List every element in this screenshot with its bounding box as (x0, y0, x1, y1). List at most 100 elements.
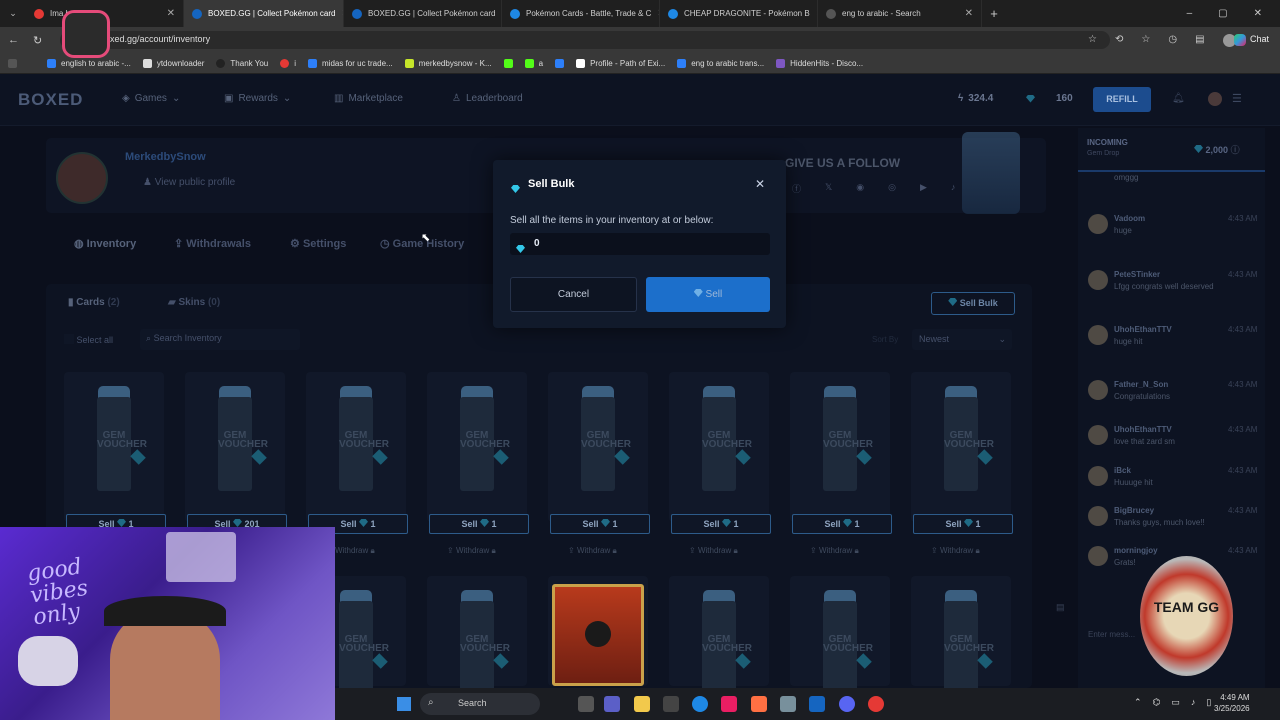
collections-icon[interactable]: ▤ (1195, 34, 1204, 47)
bookmark-item[interactable]: a (524, 58, 543, 68)
taskbar-search[interactable]: Search (420, 693, 540, 715)
chat-input[interactable]: Enter mess... (1088, 630, 1135, 639)
inventory-card[interactable]: GEM VOUCHER (427, 576, 527, 695)
display-icon[interactable]: ▭ (1171, 697, 1180, 708)
bookmark-item[interactable]: merkedbysnow - K... (404, 58, 492, 68)
sort-select[interactable]: Newest ⌄ (912, 329, 1012, 350)
menu-icon[interactable]: ☰ (1232, 92, 1242, 105)
bookmark-item[interactable]: english to arabic -... (47, 58, 131, 68)
inventory-card[interactable] (548, 576, 648, 686)
copilot-chat-button[interactable]: Chat (1234, 34, 1269, 46)
bookmark-item[interactable]: ytdownloader (142, 58, 204, 68)
browser-tab-5[interactable]: CHEAP DRAGONITE - Pokémon B✕ (660, 0, 818, 27)
url-field[interactable]: xed.gg/account/inventory (60, 31, 1110, 49)
favorites-icon[interactable]: ☆ (1141, 34, 1150, 47)
sell-bulk-button[interactable]: Sell Bulk (931, 292, 1015, 315)
facebook-icon[interactable]: ⓕ (792, 182, 801, 195)
browser-tab-3[interactable]: BOXED.GG | Collect Pokémon card✕ (344, 0, 502, 27)
inventory-card[interactable]: GEM VOUCHER (64, 372, 164, 522)
tab-inventory[interactable]: ◍ Inventory (74, 237, 136, 250)
select-all-checkbox[interactable]: Select all (64, 334, 113, 345)
bell-icon[interactable]: 🔔︎ (1172, 93, 1185, 104)
start-icon[interactable] (397, 697, 411, 711)
back-icon[interactable]: ← (8, 34, 19, 46)
withdraw-button[interactable]: ⇪ Withdraw 🔒︎ (689, 546, 738, 556)
inventory-card[interactable]: GEM VOUCHER (548, 372, 648, 522)
app-icon[interactable] (868, 696, 884, 712)
task-view-icon[interactable] (578, 696, 594, 712)
extensions-icon[interactable]: ⟲ (1115, 34, 1123, 47)
x-twitter-icon[interactable]: 𝕏 (825, 182, 832, 195)
instagram-icon[interactable]: ◎ (888, 182, 896, 195)
withdraw-button[interactable]: ⇪ Withdraw 🔒︎ (810, 546, 859, 556)
sell-item-button[interactable]: Sell 1 (429, 514, 529, 534)
steam-icon[interactable] (809, 696, 825, 712)
bookmark-item[interactable]: i (280, 58, 296, 68)
app-icon[interactable] (780, 696, 796, 712)
bookmark-item[interactable]: midas for uc trade... (308, 58, 393, 68)
nav-leaderboard[interactable]: ♙ Leaderboard (452, 93, 523, 104)
sell-threshold-input[interactable] (510, 233, 770, 255)
inventory-card[interactable]: GEM VOUCHER (911, 372, 1011, 522)
favorite-star-icon[interactable]: ☆ (1088, 34, 1097, 47)
chat-toggle-icon[interactable]: ▤ (1056, 602, 1065, 613)
withdraw-button[interactable]: ⇪ Withdraw 🔒︎ (568, 546, 617, 556)
user-avatar[interactable] (1208, 92, 1222, 106)
store-icon[interactable] (663, 696, 679, 712)
maximize-icon[interactable]: ▢ (1218, 8, 1227, 19)
inventory-card[interactable]: GEM VOUCHER (911, 576, 1011, 695)
new-tab-button[interactable]: + (982, 6, 1006, 21)
sell-item-button[interactable]: Sell 1 (550, 514, 650, 534)
close-window-icon[interactable]: ✕ (1254, 8, 1262, 19)
nav-marketplace[interactable]: ▥ Marketplace (334, 93, 403, 104)
teams-icon[interactable] (604, 696, 620, 712)
browser-tab-2[interactable]: BOXED.GG | Collect Pokémon card✕ (184, 0, 344, 27)
taskbar-clock[interactable]: 4:49 AM 3/25/2026 (1214, 692, 1250, 714)
inventory-card[interactable]: GEM VOUCHER (669, 576, 769, 695)
inventory-card[interactable]: GEM VOUCHER (790, 372, 890, 522)
bookmark-item[interactable]: HiddenHits - Disco... (776, 58, 863, 68)
bookmark-item[interactable] (8, 58, 17, 68)
close-icon[interactable]: ✕ (755, 177, 765, 191)
tab-settings[interactable]: ⚙ Settings (290, 237, 346, 250)
nav-games[interactable]: ◈ Games ⌄ (122, 93, 180, 104)
minimize-icon[interactable]: – (1187, 8, 1193, 19)
edge-icon[interactable] (692, 696, 708, 712)
inventory-card[interactable]: GEM VOUCHER (306, 372, 406, 522)
tab-withdrawals[interactable]: ⇪ Withdrawals (174, 237, 251, 250)
skins-tab[interactable]: ▰ Skins (0) (168, 297, 220, 308)
cancel-button[interactable]: Cancel (510, 277, 637, 312)
sell-item-button[interactable]: Sell 1 (671, 514, 771, 534)
cards-tab[interactable]: ▮ Cards (2) (68, 297, 120, 308)
close-tab-icon[interactable]: ✕ (167, 8, 175, 19)
youtube-icon[interactable]: ▶ (920, 182, 927, 195)
nav-rewards[interactable]: ▣ Rewards ⌄ (224, 93, 291, 104)
bookmark-item[interactable]: Thank You (216, 58, 268, 68)
bookmark-item[interactable]: eng to arabic trans... (677, 58, 764, 68)
sell-item-button[interactable]: Sell 1 (792, 514, 892, 534)
refill-button[interactable]: REFILL (1093, 87, 1151, 112)
browser-tab-6[interactable]: eng to arabic - Search ✕ (818, 0, 982, 27)
bookmark-item[interactable] (503, 58, 513, 68)
chevron-up-icon[interactable]: ⌃ (1134, 697, 1142, 708)
app-icon[interactable] (751, 696, 767, 712)
sell-item-button[interactable]: Sell 1 (913, 514, 1013, 534)
site-logo[interactable]: BOXED (18, 90, 83, 110)
discord-icon[interactable] (839, 696, 855, 712)
tab-list-button[interactable]: ⌄ (0, 8, 26, 19)
tiktok-icon[interactable]: ♪ (951, 182, 956, 195)
discord-icon[interactable]: ◉ (856, 182, 864, 195)
inventory-card[interactable]: GEM VOUCHER (427, 372, 527, 522)
inventory-card[interactable]: GEM VOUCHER (790, 576, 890, 695)
bookmark-item[interactable]: Profile - Path of Exi... (576, 58, 665, 68)
withdraw-button[interactable]: ⇪ Withdraw 🔒︎ (447, 546, 496, 556)
history-icon[interactable]: ◷ (1168, 34, 1177, 47)
inventory-card[interactable]: GEM VOUCHER (669, 372, 769, 522)
inventory-card[interactable]: GEM VOUCHER (185, 372, 285, 522)
network-icon[interactable]: ⌬ (1153, 697, 1161, 708)
battery-icon[interactable]: ▯ (1206, 697, 1211, 708)
volume-icon[interactable]: ♪ (1191, 697, 1196, 708)
close-tab-icon[interactable]: ✕ (965, 8, 973, 19)
app-icon[interactable] (721, 696, 737, 712)
withdraw-button[interactable]: ⇪ Withdraw 🔒︎ (931, 546, 980, 556)
